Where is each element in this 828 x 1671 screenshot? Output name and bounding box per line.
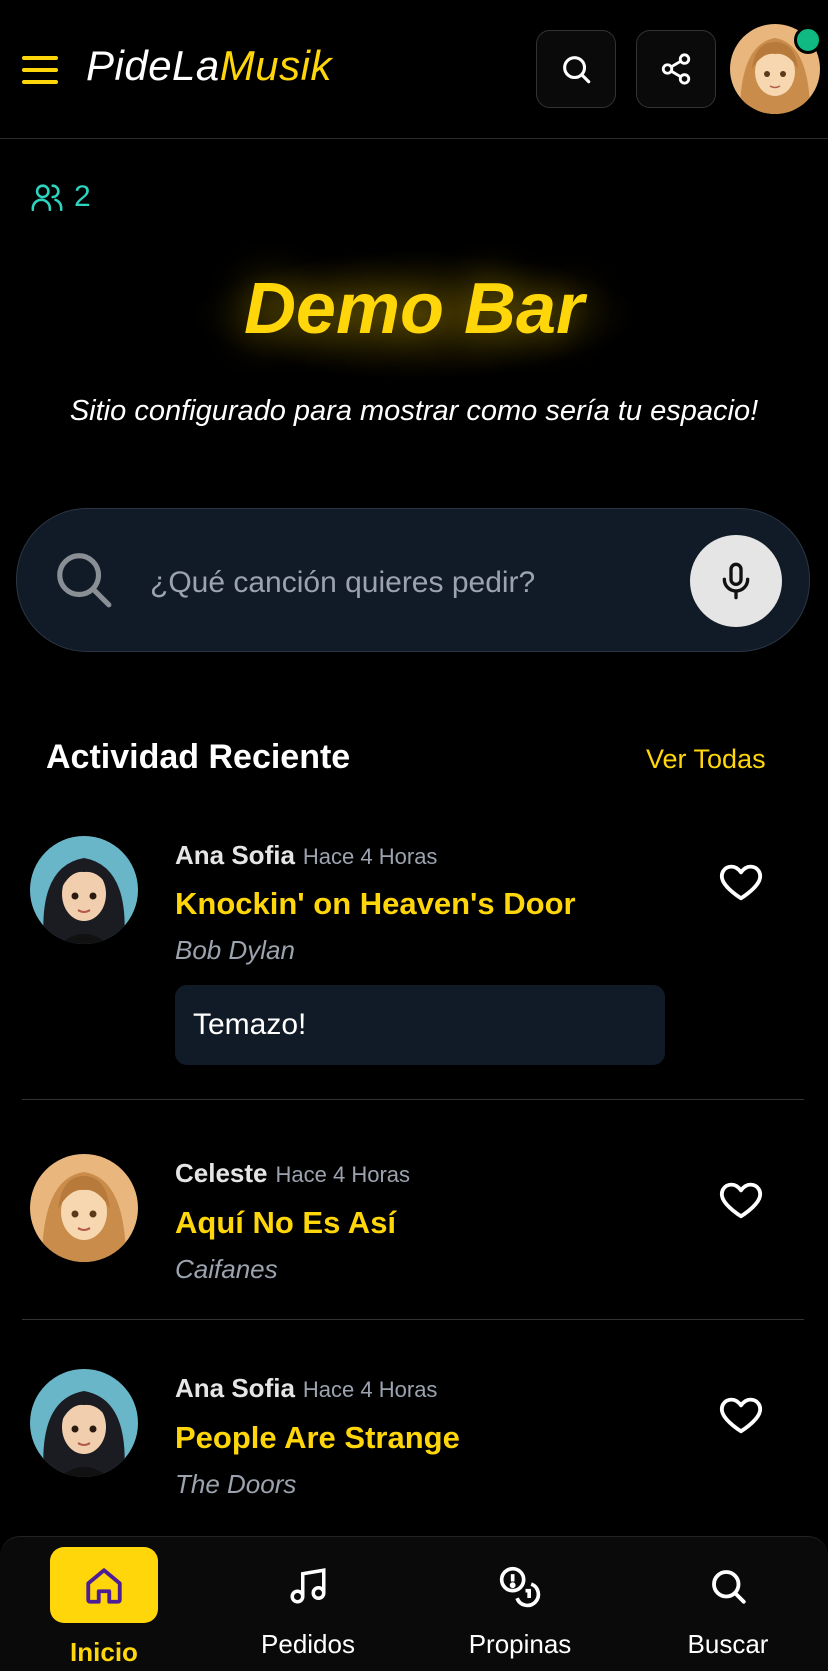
coins-icon [499, 1566, 541, 1608]
list-item[interactable] [30, 836, 138, 944]
search-icon [712, 1570, 746, 1604]
voice-search-button[interactable] [690, 535, 782, 627]
online-status-dot [794, 26, 822, 54]
user-avatar [30, 1154, 138, 1262]
search-icon [563, 56, 591, 84]
user-name: Ana Sofia [175, 840, 295, 870]
logo-text-part1: PideLa [86, 42, 220, 89]
artist-name: Bob Dylan [175, 935, 295, 965]
share-button[interactable] [636, 30, 716, 108]
menu-icon[interactable] [22, 56, 58, 84]
recent-activity-title: Actividad Reciente [46, 738, 351, 776]
artist-name: Caifanes [175, 1254, 278, 1284]
divider [22, 1099, 804, 1100]
timestamp: Hace 4 Horas [302, 844, 438, 869]
music-note-icon [290, 1568, 326, 1604]
venue-subtitle: Sitio configurado para mostrar como serí… [69, 395, 759, 427]
list-item[interactable] [30, 1154, 138, 1262]
search-button[interactable] [536, 30, 616, 108]
activity-user-line: Celeste Hace 4 Horas [175, 1158, 410, 1189]
user-avatar [30, 836, 138, 944]
nav-item-buscar[interactable]: Buscar [648, 1537, 808, 1671]
list-item[interactable] [30, 1369, 138, 1477]
activity-user-line: Ana Sofia Hace 4 Horas [175, 1373, 437, 1404]
nav-item-inicio[interactable]: Inicio [24, 1537, 184, 1671]
timestamp: Hace 4 Horas [302, 1377, 438, 1402]
connected-users[interactable]: 2 [30, 180, 91, 214]
user-name: Ana Sofia [175, 1373, 295, 1403]
comment-text: Temazo! [193, 1008, 307, 1041]
users-count: 2 [74, 180, 91, 213]
home-icon [86, 1568, 122, 1604]
nav-label: Pedidos [261, 1629, 355, 1659]
user-avatar [30, 1369, 138, 1477]
song-title[interactable]: Aquí No Es Así [175, 1205, 396, 1241]
song-search-input[interactable] [148, 560, 672, 606]
nav-item-pedidos[interactable]: Pedidos [228, 1537, 388, 1671]
activity-user-line: Ana Sofia Hace 4 Horas [175, 840, 437, 871]
see-all-link[interactable]: Ver Todas [646, 744, 766, 775]
app-logo[interactable]: PideLaMusik [86, 42, 332, 90]
logo-text-part2: Musik [219, 42, 332, 89]
bottom-navigation: Inicio Pedidos Propinas Buscar [0, 1536, 828, 1671]
users-icon [31, 184, 63, 212]
divider [22, 1319, 804, 1320]
song-title[interactable]: People Are Strange [175, 1420, 460, 1456]
search-icon [57, 553, 112, 608]
nav-label: Inicio [70, 1637, 138, 1667]
song-title[interactable]: Knockin' on Heaven's Door [175, 886, 576, 922]
profile-avatar[interactable] [730, 24, 822, 114]
timestamp: Hace 4 Horas [275, 1162, 411, 1187]
comment-bubble: Temazo! [175, 985, 665, 1065]
artist-name: The Doors [175, 1469, 297, 1499]
like-heart-icon[interactable] [718, 1176, 764, 1222]
like-heart-icon[interactable] [718, 858, 764, 904]
nav-label: Buscar [687, 1629, 769, 1659]
nav-item-propinas[interactable]: Propinas [440, 1537, 600, 1671]
user-name: Celeste [175, 1158, 268, 1188]
app-header: PideLaMusik [0, 0, 828, 139]
nav-label: Propinas [468, 1629, 572, 1659]
microphone-icon [722, 562, 750, 600]
share-icon [661, 53, 691, 85]
like-heart-icon[interactable] [718, 1391, 764, 1437]
venue-title: Demo Bar [243, 269, 585, 349]
